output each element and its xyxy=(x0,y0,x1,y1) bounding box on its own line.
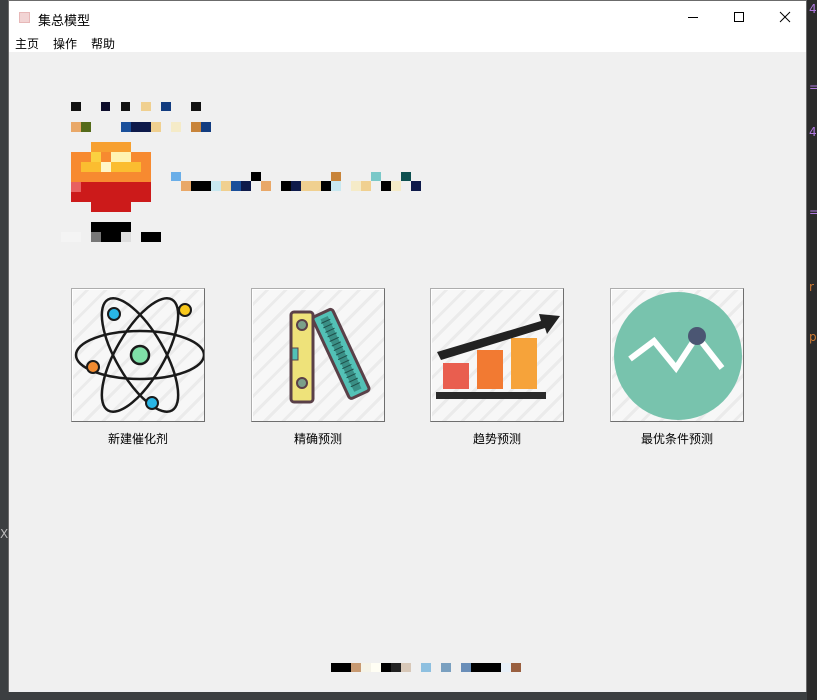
bg-code-mark: = xyxy=(809,80,817,94)
main-content: 新建催化剂 精确预测 趋势预测 最优条件预测 xyxy=(9,52,806,692)
trend-prediction-label: 趋势预测 xyxy=(472,432,521,446)
menu-help[interactable]: 帮助 xyxy=(91,35,115,52)
bg-close-x: X xyxy=(0,527,9,541)
menu-bar: 主页 操作 帮助 xyxy=(9,32,806,52)
atom-icon xyxy=(74,297,204,413)
minimize-button[interactable] xyxy=(670,1,716,32)
menu-operations[interactable]: 操作 xyxy=(53,35,77,52)
menu-home[interactable]: 主页 xyxy=(15,35,39,52)
optimum-wave-icon xyxy=(614,292,742,420)
background-editor xyxy=(807,0,817,700)
bg-code-mark: 4 xyxy=(809,125,817,139)
maximize-icon xyxy=(734,11,744,22)
window-title: 集总模型 xyxy=(38,14,91,29)
app-icon xyxy=(19,12,30,23)
bg-code-mark: = xyxy=(809,205,817,219)
close-button[interactable] xyxy=(762,1,808,32)
close-icon xyxy=(779,11,791,22)
title-bar[interactable]: 集总模型 xyxy=(9,1,806,32)
optimal-prediction-label: 最优条件预测 xyxy=(640,432,713,446)
precise-prediction-button[interactable] xyxy=(251,288,385,422)
new-catalyst-button[interactable] xyxy=(71,288,205,422)
trend-chart-icon xyxy=(436,314,560,399)
new-catalyst-label: 新建催化剂 xyxy=(107,432,168,446)
precise-prediction-label: 精确预测 xyxy=(293,432,342,446)
maximize-button[interactable] xyxy=(716,1,762,32)
minimize-icon xyxy=(688,16,698,18)
optimal-prediction-button[interactable] xyxy=(610,288,744,422)
app-window: 集总模型 主页 操作 帮助 新建催化剂 精确预测 趋势预测 最优条件预测 xyxy=(8,0,807,692)
level-ruler-icon xyxy=(289,307,371,404)
bg-code-mark: 4 xyxy=(809,2,817,16)
bg-code-mark: r xyxy=(809,280,814,294)
bg-code-mark: p xyxy=(809,330,817,344)
trend-prediction-button[interactable] xyxy=(430,288,564,422)
